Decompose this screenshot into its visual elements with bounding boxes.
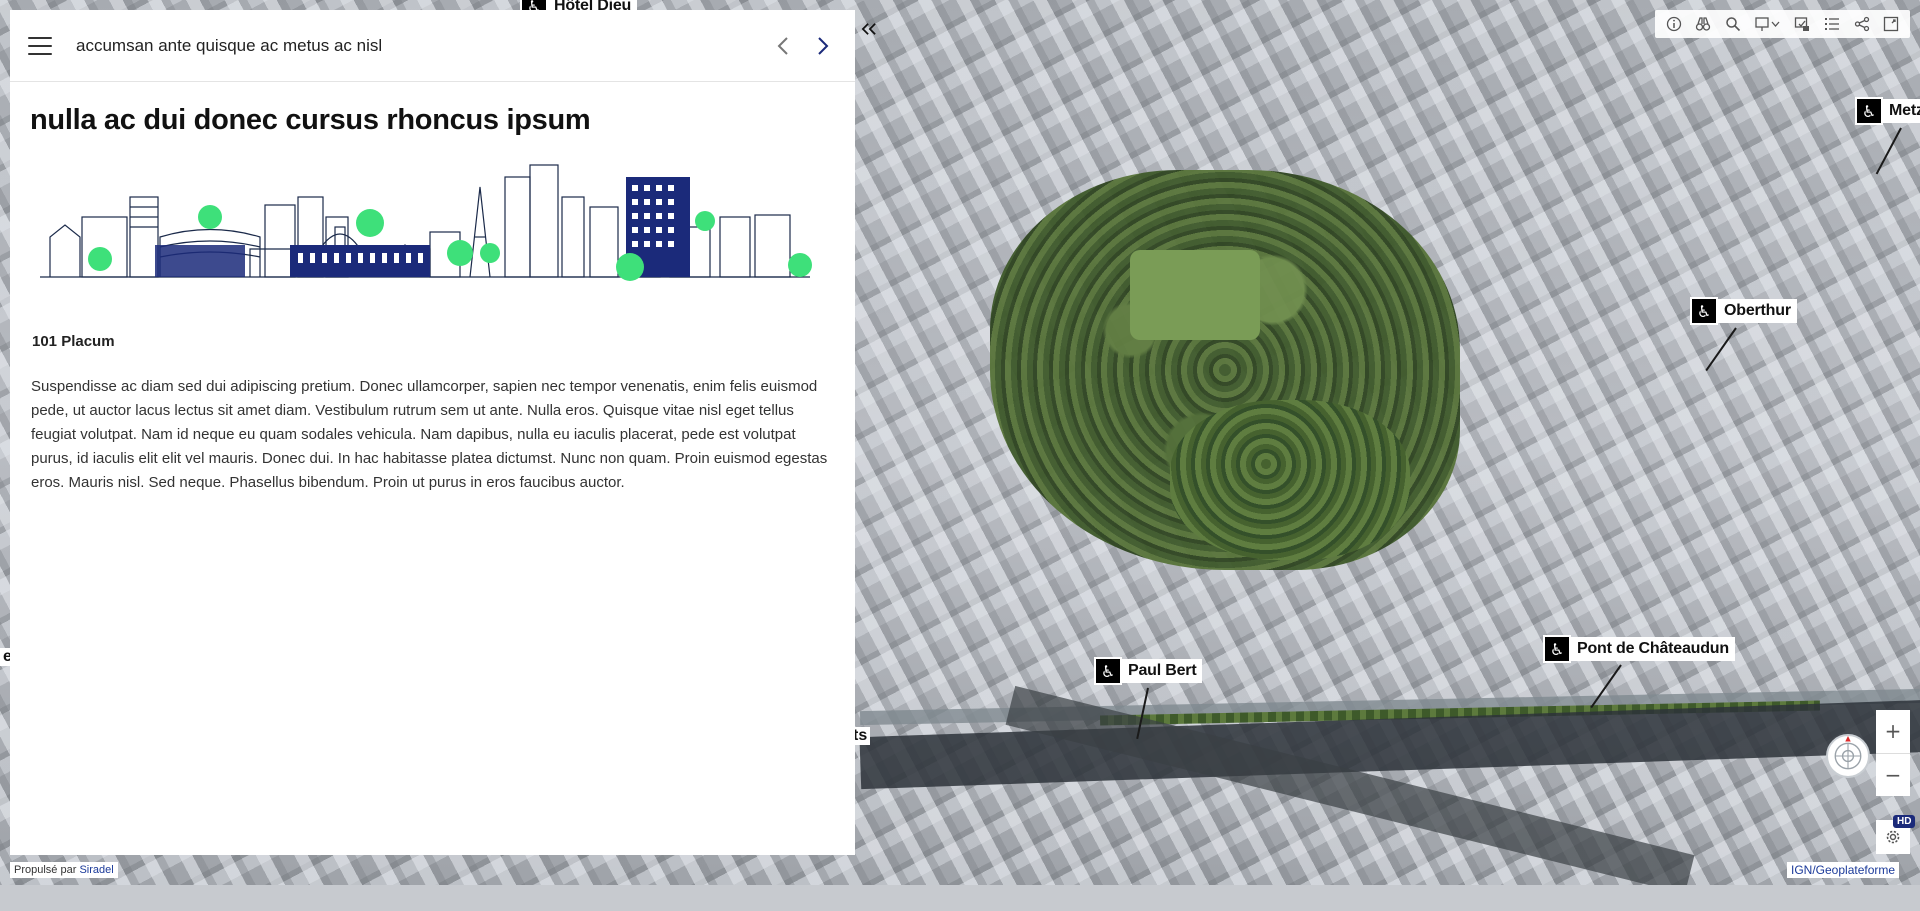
chevron-right-icon	[818, 36, 829, 55]
fullscreen-icon[interactable]	[1880, 13, 1902, 35]
chevron-left-icon	[777, 36, 788, 55]
collapse-panel-button[interactable]	[858, 18, 880, 40]
gear-icon	[1886, 830, 1900, 844]
binoculars-icon[interactable]	[1692, 13, 1714, 35]
share-icon[interactable]	[1851, 13, 1873, 35]
layers-icon[interactable]	[1791, 13, 1813, 35]
map-marker[interactable]: ♿ Oberthur	[1690, 297, 1797, 325]
map-marker[interactable]: ♿ Paul Bert	[1094, 657, 1203, 685]
marker-label: Oberthur	[1718, 299, 1797, 323]
zoom-in-button[interactable]: +	[1876, 710, 1910, 753]
panel-heading: nulla ac dui donec cursus rhoncus ipsum	[30, 104, 591, 136]
map-marker[interactable]: ♿ Metz	[1855, 97, 1920, 125]
info-panel: accumsan ante quisque ac metus ac nisl n…	[10, 10, 855, 855]
next-button[interactable]	[809, 32, 837, 60]
attribution-left: Propulsé par Siradel	[10, 862, 118, 878]
attribution-prefix: Propulsé par	[14, 864, 77, 876]
panel-header: accumsan ante quisque ac metus ac nisl	[10, 10, 855, 82]
hd-badge: HD	[1893, 815, 1916, 828]
marker-stem	[1705, 327, 1737, 372]
search-icon[interactable]	[1722, 13, 1744, 35]
legend-icon[interactable]	[1821, 13, 1843, 35]
map-marker[interactable]: ♿ Pont de Châteaudun	[1543, 635, 1735, 663]
section-subheading: 101 Placum	[32, 333, 115, 350]
panel-header-title: accumsan ante quisque ac metus ac nisl	[76, 35, 383, 55]
info-icon[interactable]	[1663, 13, 1685, 35]
basemap-icon[interactable]	[1752, 13, 1784, 35]
double-chevron-left-icon	[861, 23, 876, 35]
bicycle-station-icon: ♿	[1690, 297, 1718, 325]
compass-icon	[1834, 736, 1862, 770]
zoom-out-button[interactable]: −	[1876, 752, 1910, 797]
marker-label: Metz	[1883, 99, 1920, 123]
map-toolbar	[1655, 10, 1910, 38]
city-skyline-illustration	[40, 164, 812, 281]
attribution-right[interactable]: IGN/Geoplateforme	[1787, 862, 1900, 878]
park-lawn	[1130, 250, 1260, 340]
map-bottom-strip	[0, 885, 1920, 911]
marker-stem	[1875, 127, 1902, 175]
bicycle-station-icon: ♿	[1543, 635, 1571, 663]
compass-button[interactable]	[1826, 734, 1870, 778]
panel-body: nulla ac dui donec cursus rhoncus ipsum	[10, 82, 855, 517]
bicycle-station-icon: ♿	[1855, 97, 1883, 125]
attribution-link[interactable]: Siradel	[79, 864, 113, 876]
bicycle-station-icon: ♿	[1094, 657, 1122, 685]
marker-label: Paul Bert	[1122, 659, 1203, 683]
section-paragraph: Suspendisse ac diam sed dui adipiscing p…	[31, 378, 828, 491]
marker-label: Pont de Châteaudun	[1571, 637, 1735, 661]
previous-button[interactable]	[769, 32, 797, 60]
zoom-control: + −	[1876, 710, 1910, 796]
menu-icon[interactable]	[28, 36, 52, 55]
park-trees	[1170, 400, 1410, 560]
